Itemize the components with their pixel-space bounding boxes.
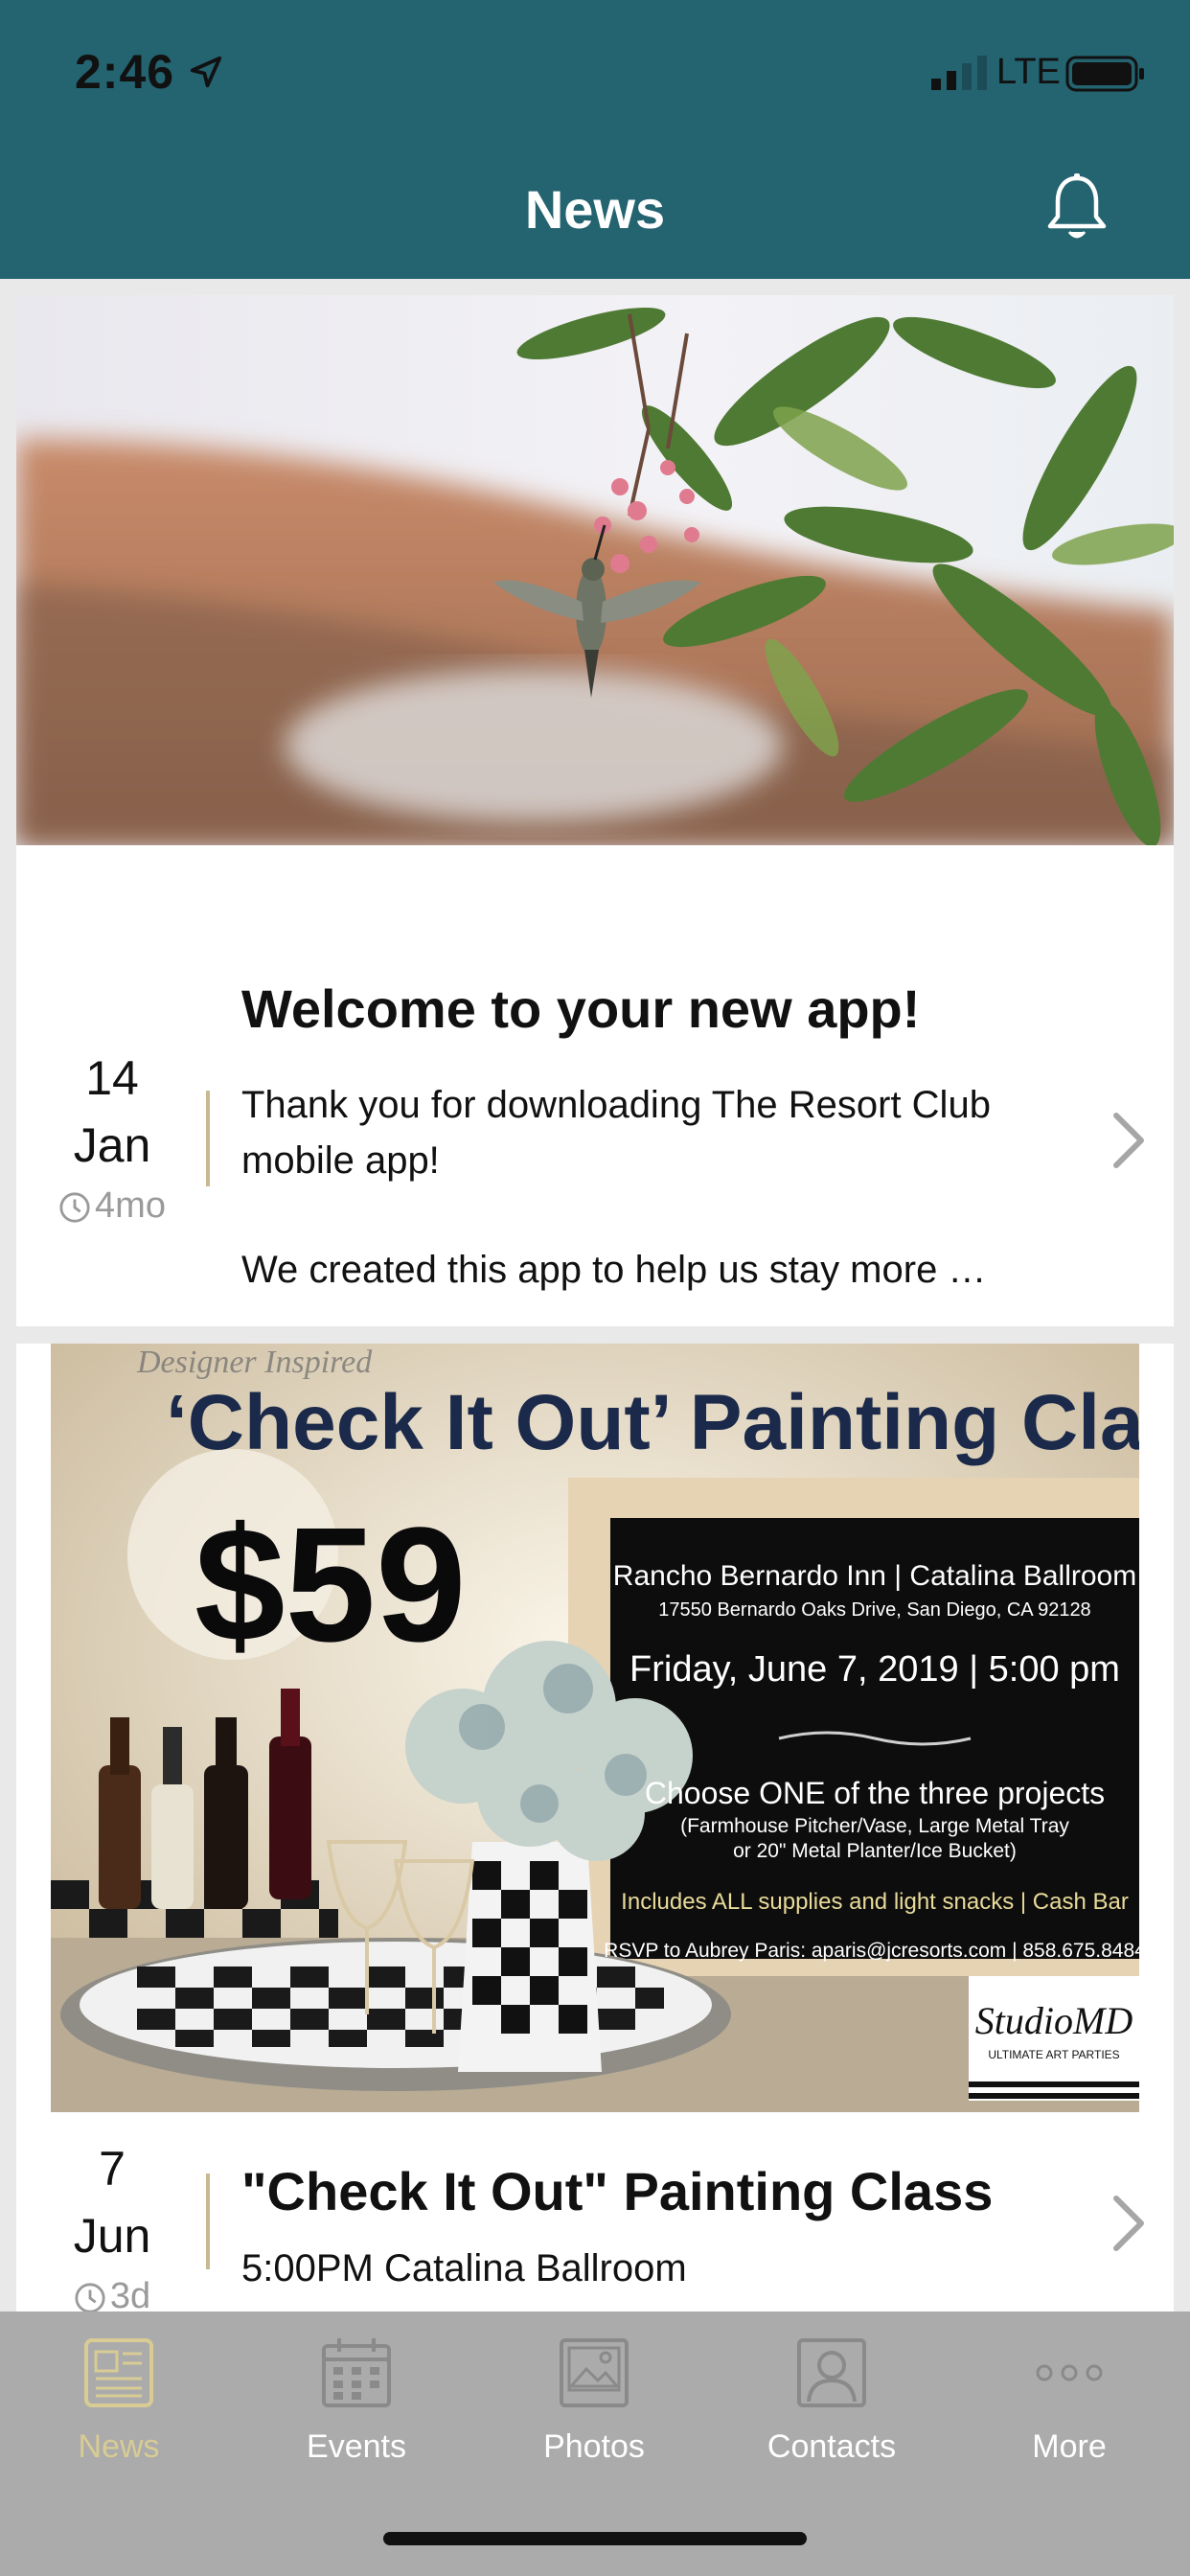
news-card-painting-class[interactable]: Designer Inspired ‘Check It Out’ Paintin… (16, 1344, 1174, 2316)
post-age-text: 3d (109, 2276, 151, 2316)
poster-script-text: Designer Inspired (136, 1345, 373, 1380)
post-date: 14 Jan 4mo (16, 1045, 208, 1232)
post-title: "Check It Out" Painting Class (241, 2161, 994, 2221)
poster-rsvp: RSVP to Aubrey Paris: aparis@jcresorts.c… (604, 1940, 1139, 1962)
post-day: 14 (85, 1051, 139, 1105)
date-divider (206, 1091, 210, 1186)
post-age: 4mo (16, 1179, 208, 1232)
excerpt-line: Thank you for downloading The Resort Clu… (241, 1084, 991, 1126)
post-date: 7 Jun 3d (16, 2135, 208, 2323)
tab-label: More (1032, 2428, 1107, 2465)
tab-label: Events (307, 2428, 406, 2465)
poster-venue: Rancho Bernardo Inn | Catalina Ballroom (613, 1560, 1136, 1592)
tab-label: Contacts (767, 2428, 897, 2465)
network-type: LTE (996, 52, 1061, 92)
painting-class-poster: Designer Inspired ‘Check It Out’ Paintin… (51, 1344, 1139, 2112)
date-divider (206, 2174, 210, 2269)
tab-label: Photos (543, 2428, 645, 2465)
tab-contacts[interactable]: Contacts (713, 2312, 950, 2522)
home-indicator[interactable] (383, 2532, 807, 2545)
post-month: Jan (73, 1118, 151, 1172)
post-month: Jun (73, 2209, 151, 2263)
post-age-text: 4mo (95, 1185, 166, 1226)
contact-icon (797, 2338, 866, 2407)
poster-price: $59 (195, 1494, 467, 1676)
poster-datetime: Friday, June 7, 2019 | 5:00 pm (629, 1649, 1120, 1690)
poster-logo-sub: ULTIMATE ART PARTIES (988, 2048, 1119, 2061)
poster-choose: Choose ONE of the three projects (645, 1776, 1105, 1810)
status-time: 2:46 (75, 45, 175, 99)
post-day: 7 (99, 2142, 126, 2196)
post-excerpt: Thank you for downloading The Resort Clu… (241, 1077, 1085, 1298)
poster-heading: ‘Check It Out’ Painting Class (166, 1379, 1139, 1466)
cellular-signal-icon (931, 56, 987, 90)
chevron-right-icon[interactable] (1109, 1110, 1151, 1171)
poster-includes: Includes ALL supplies and light snacks |… (621, 1889, 1129, 1915)
tab-label: News (78, 2428, 160, 2465)
location-arrow-icon (190, 56, 222, 88)
post-subtitle: 5:00PM Catalina Ballroom (241, 2247, 687, 2289)
poster-logo-text: StudioMD (975, 1999, 1133, 2042)
battery-icon (1065, 56, 1144, 92)
excerpt-line: We created this app to help us stay more… (241, 1249, 987, 1291)
news-card-welcome[interactable]: 14 Jan 4mo Welcome to your new app! Than… (16, 295, 1174, 1326)
clock-icon (75, 2283, 105, 2313)
calendar-icon (322, 2338, 391, 2407)
page-title: News (524, 179, 666, 240)
tab-events[interactable]: Events (238, 2312, 475, 2522)
bell-icon[interactable] (1044, 172, 1110, 245)
excerpt-line: mobile app! (241, 1139, 440, 1182)
post-title: Welcome to your new app! (241, 978, 921, 1039)
poster-address: 17550 Bernardo Oaks Drive, San Diego, CA… (658, 1599, 1090, 1621)
more-dots-icon (1036, 2364, 1103, 2381)
tab-more[interactable]: More (950, 2312, 1188, 2522)
poster-projects-2: or 20" Metal Planter/Ice Bucket) (733, 1840, 1017, 1862)
app-header: 2:46 LTE News (0, 0, 1190, 279)
poster-artwork: Designer Inspired ‘Check It Out’ Paintin… (51, 1344, 1139, 2112)
hummingbird-hero-image (16, 295, 1174, 845)
clock-icon (59, 1192, 90, 1223)
photo-icon (560, 2338, 629, 2407)
tab-news[interactable]: News (0, 2312, 238, 2522)
chevron-right-icon[interactable] (1109, 2193, 1151, 2254)
newspaper-icon (84, 2338, 153, 2407)
tab-photos[interactable]: Photos (475, 2312, 713, 2522)
poster-projects-1: (Farmhouse Pitcher/Vase, Large Metal Tra… (680, 1815, 1069, 1837)
